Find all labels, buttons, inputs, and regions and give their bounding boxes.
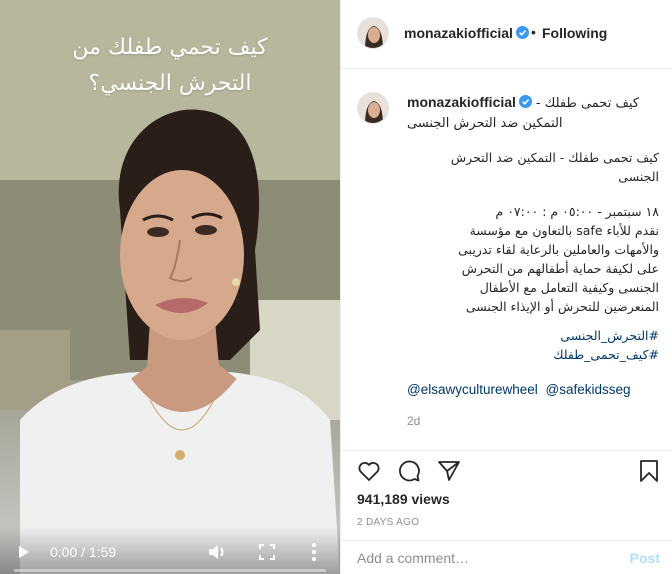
volume-button[interactable] (208, 543, 228, 561)
avatar-image (358, 18, 388, 48)
bookmark-icon (640, 460, 658, 482)
caption-username[interactable]: monazakiofficial (407, 94, 516, 110)
video-progress-bar[interactable] (14, 569, 326, 572)
caption-line: المنعرضين للتحرش أو الإيذاء الجنسى (465, 299, 659, 314)
play-icon (19, 546, 29, 558)
mentions: @elsawyculturewheel @safekidsseg (407, 382, 635, 397)
video-overlay-caption: كيف تحمي طفلك من التحرش الجنسي؟ (20, 30, 320, 102)
overlay-line-2: التحرش الجنسي؟ (88, 71, 252, 96)
avatar-image (358, 93, 388, 123)
hashtag-link[interactable]: #كيف_تحمى_طفلك (407, 345, 659, 364)
more-options-button[interactable] (311, 542, 317, 562)
comment-bubble-icon (399, 460, 420, 482)
verified-badge-icon (518, 95, 532, 108)
post-comment-button[interactable]: Post (630, 550, 660, 566)
mention-link[interactable]: @safekidsseg (546, 382, 631, 397)
caption-age: 2d (407, 414, 421, 428)
following-button[interactable]: Following (542, 25, 607, 41)
heart-icon (358, 462, 380, 481)
view-count[interactable]: 941,189 views (357, 491, 450, 507)
caption-line: والأمهات والعاملين بالرعاية لقاء تدريبى (458, 242, 659, 257)
separator-dot: • (531, 24, 536, 40)
post-timestamp[interactable]: 2 DAYS AGO (357, 517, 419, 528)
fullscreen-button[interactable] (259, 544, 275, 560)
post-panel: monazakiofficial • Following monazakioff… (340, 0, 672, 574)
volume-icon (209, 545, 224, 559)
caption-line: نقدم للأباء safe بالتعاون مع مؤسسة (469, 223, 659, 238)
caption-paragraph-1: كيف تحمى طفلك - التمكين ضد التحرش الجنسى (450, 150, 659, 184)
verified-badge-icon (515, 26, 529, 39)
video-controls: 0:00 / 1:59 (0, 526, 340, 574)
mention-link[interactable]: @elsawyculturewheel (407, 382, 538, 397)
video-player[interactable]: كيف تحمي طفلك من التحرش الجنسي؟ 0:00 / 1… (0, 0, 340, 574)
caption-area: monazakiofficial كيف تحمى طفلك - التمكين… (341, 70, 672, 450)
hashtag-link[interactable]: #التحرش_الجنسى (407, 326, 659, 345)
play-button[interactable] (18, 544, 32, 560)
video-time: 0:00 / 1:59 (50, 544, 117, 560)
caption-line: ١٨ سبتمبر - ٠٥:٠٠ م : ٠٧:٠٠ م (495, 204, 659, 219)
fullscreen-icon (259, 544, 275, 560)
caption-line: الجنسى وكيفية التعامل مع الأطفال (479, 280, 659, 295)
overlay-line-1: كيف تحمي طفلك من (72, 35, 268, 60)
hashtags: #التحرش_الجنسى #كيف_تحمى_طفلك (407, 326, 659, 364)
comment-bar: Post (341, 540, 672, 574)
caption-line: على لكيفة حماية أطفالهم من التحرش (461, 261, 659, 276)
comment-input[interactable] (357, 550, 597, 566)
kebab-menu-icon (312, 543, 316, 561)
username-text[interactable]: monazakiofficial (404, 25, 513, 41)
save-button[interactable] (637, 459, 661, 483)
share-button[interactable] (437, 459, 461, 483)
post-header: monazakiofficial • Following (341, 0, 672, 69)
caption-header: monazakiofficial كيف تحمى طفلك - التمكين… (407, 93, 661, 133)
caption-paragraph-2: ١٨ سبتمبر - ٠٥:٠٠ م : ٠٧:٠٠ م نقدم للأبا… (407, 202, 659, 316)
caption-avatar[interactable] (357, 92, 389, 124)
like-button[interactable] (357, 459, 381, 483)
avatar[interactable] (357, 17, 389, 49)
paper-plane-icon (438, 461, 460, 481)
header-username[interactable]: monazakiofficial (404, 25, 529, 41)
comment-button[interactable] (397, 459, 421, 483)
action-bar: 941,189 views 2 DAYS AGO (341, 450, 672, 540)
